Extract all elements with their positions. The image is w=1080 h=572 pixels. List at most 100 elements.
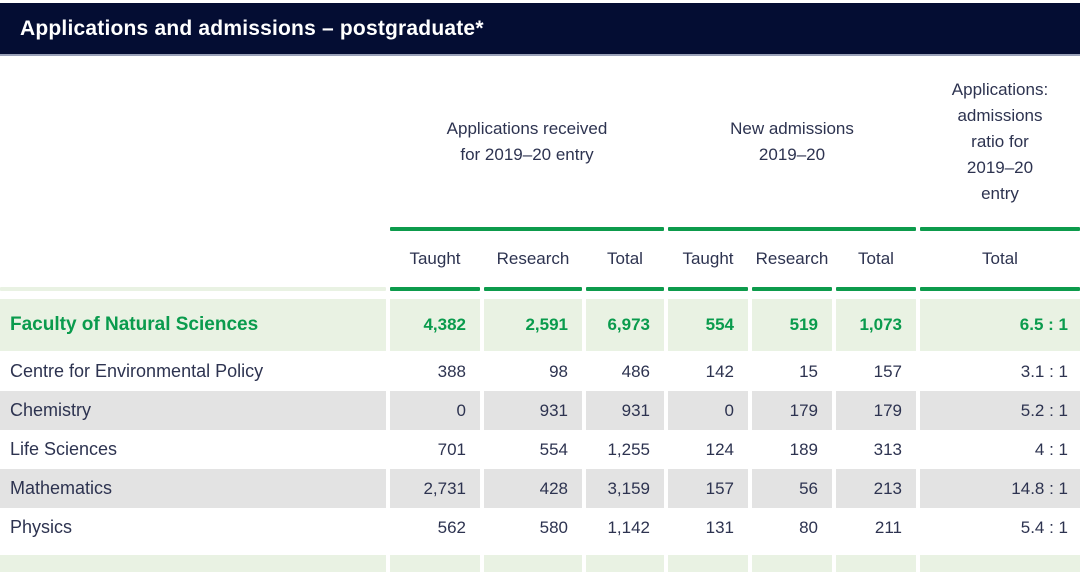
column-underline [484,287,582,291]
row-label: Faculty of Natural Sciences [0,299,386,351]
column-header-total: Total [586,249,664,269]
column-header-row: Taught Research Total Taught Research To… [0,231,1080,287]
group-header-line: admissions [920,103,1080,129]
column-underline [668,287,748,291]
group-header-new-admissions: New admissions 2019–20 [668,116,916,168]
cell-value: 189 [752,430,832,469]
cell-value: 0 [390,391,480,430]
table-row-partial [0,555,1080,572]
group-header-line: for 2019–20 entry [390,142,664,168]
row-label: Life Sciences [0,430,386,469]
cell-value: 6,973 [586,299,664,351]
cell-value: 580 [484,508,582,547]
cell-value: 554 [668,299,748,351]
cell-value: 2,591 [484,299,582,351]
cell-value: 6.5 : 1 [920,299,1080,351]
group-header-line: Applications received [390,116,664,142]
cell-value: 428 [484,469,582,508]
column-header-research: Research [752,249,832,269]
group-header-line: New admissions [668,116,916,142]
table-row: Life Sciences 701 554 1,255 124 189 313 … [0,430,1080,469]
cell-value: 931 [586,391,664,430]
group-underline [390,227,664,231]
cell-value: 1,255 [586,430,664,469]
cell-value: 313 [836,430,916,469]
cell-value: 142 [668,352,748,391]
cell-value: 157 [836,352,916,391]
column-underline [836,287,916,291]
column-underline [586,287,664,291]
cell-value: 56 [752,469,832,508]
column-header-total: Total [920,249,1080,269]
group-underline [668,227,916,231]
section-title-bar: Applications and admissions – postgradua… [0,3,1080,56]
column-underline [390,287,480,291]
cell [484,555,582,572]
table-row: Mathematics 2,731 428 3,159 157 56 213 1… [0,469,1080,508]
cell-value: 562 [390,508,480,547]
cell-value: 15 [752,352,832,391]
cell-value: 179 [752,391,832,430]
group-underline [920,227,1080,231]
cell-value: 4,382 [390,299,480,351]
page-title: Applications and admissions – postgradua… [20,17,484,41]
cell-value: 5.2 : 1 [920,391,1080,430]
column-header-taught: Taught [668,249,748,269]
cell-value: 701 [390,430,480,469]
cell-value: 3,159 [586,469,664,508]
cell-value: 1,073 [836,299,916,351]
cell-value: 519 [752,299,832,351]
cell-value: 80 [752,508,832,547]
group-header-line: entry [920,181,1080,207]
table-row: Physics 562 580 1,142 131 80 211 5.4 : 1 [0,508,1080,547]
cell [836,555,916,572]
report-page: Applications and admissions – postgradua… [0,0,1080,572]
table-row: Chemistry 0 931 931 0 179 179 5.2 : 1 [0,391,1080,430]
cell-value: 554 [484,430,582,469]
spacer [0,547,1080,555]
column-underline [0,287,386,291]
cell [390,555,480,572]
row-label: Chemistry [0,391,386,430]
cell-value: 5.4 : 1 [920,508,1080,547]
cell-value: 0 [668,391,748,430]
cell [920,555,1080,572]
group-header-line: ratio for [920,129,1080,155]
cell-value: 3.1 : 1 [920,352,1080,391]
cell-value: 14.8 : 1 [920,469,1080,508]
row-label: Mathematics [0,469,386,508]
cell [586,555,664,572]
column-group-header-row: Applications received for 2019–20 entry … [0,56,1080,227]
cell-value: 179 [836,391,916,430]
cell [668,555,748,572]
cell [0,555,386,572]
group-header-applications-received: Applications received for 2019–20 entry [390,116,664,168]
cell-value: 2,731 [390,469,480,508]
group-header-ratio: Applications: admissions ratio for 2019–… [920,77,1080,207]
cell-value: 931 [484,391,582,430]
cell-value: 4 : 1 [920,430,1080,469]
spacer [0,291,1080,299]
cell-value: 131 [668,508,748,547]
cell-value: 124 [668,430,748,469]
cell [752,555,832,572]
cell-value: 98 [484,352,582,391]
group-header-line: 2019–20 [668,142,916,168]
cell-value: 486 [586,352,664,391]
cell-value: 157 [668,469,748,508]
group-header-line: Applications: [920,77,1080,103]
column-header-taught: Taught [390,249,480,269]
column-underline [752,287,832,291]
cell-value: 211 [836,508,916,547]
table-row: Centre for Environmental Policy 388 98 4… [0,352,1080,391]
row-label: Physics [0,508,386,547]
table-row-faculty-total: Faculty of Natural Sciences 4,382 2,591 … [0,299,1080,351]
cell-value: 1,142 [586,508,664,547]
cell-value: 213 [836,469,916,508]
column-underline [920,287,1080,291]
row-label: Centre for Environmental Policy [0,352,386,391]
group-header-line: 2019–20 [920,155,1080,181]
cell-value: 388 [390,352,480,391]
column-header-total: Total [836,249,916,269]
column-header-research: Research [484,249,582,269]
